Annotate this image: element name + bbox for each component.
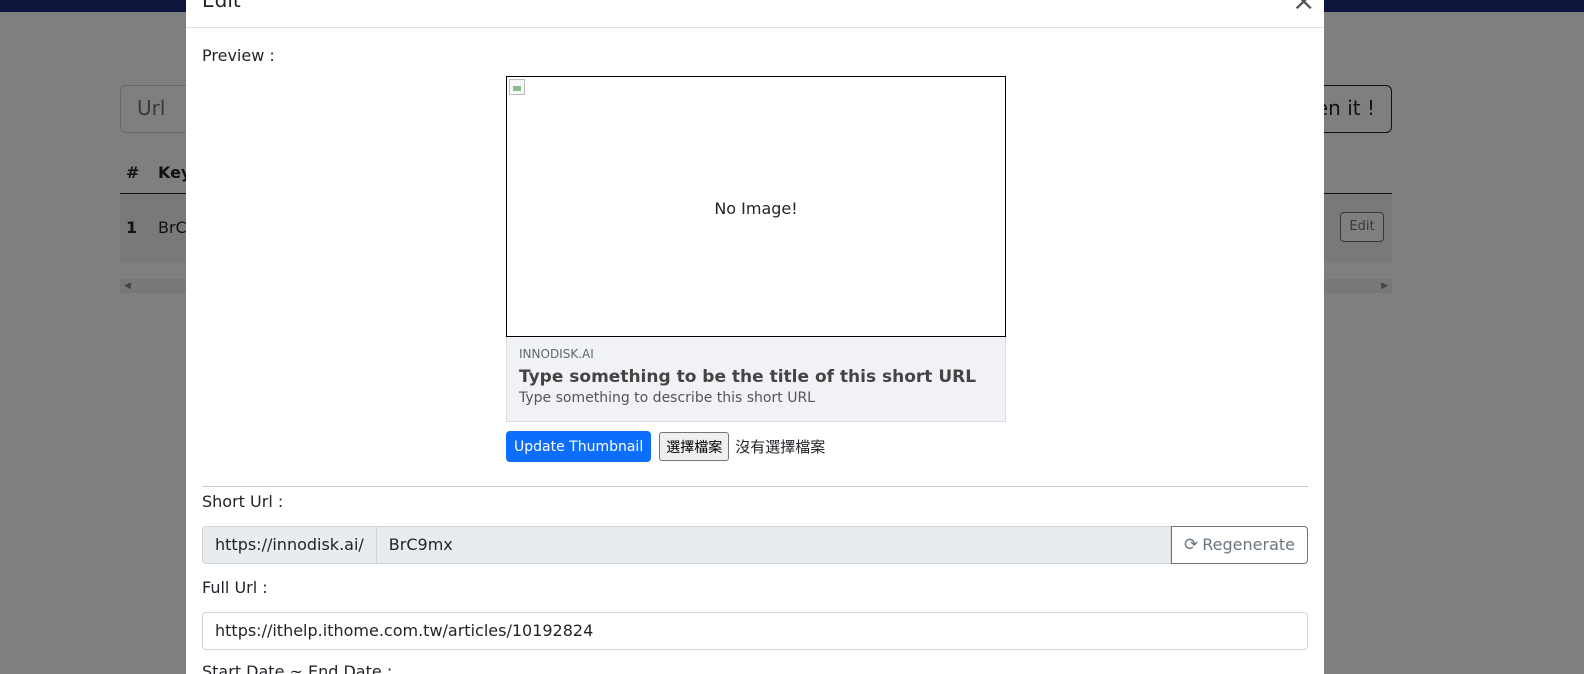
preview-meta: INNODISK.AI Type something to be the tit… [506, 337, 1006, 422]
preview-description: Type something to describe this short UR… [519, 390, 815, 406]
broken-image-icon [509, 79, 525, 95]
no-file-chosen-text: 沒有選擇檔案 [735, 438, 826, 456]
preview-thumbnail: No Image! [506, 76, 1006, 337]
preview-domain: INNODISK.AI [519, 347, 594, 361]
no-image-text: No Image! [714, 199, 798, 218]
full-url-label: Full Url : [202, 578, 268, 597]
regenerate-button[interactable]: ⟳ Regenerate [1171, 526, 1308, 564]
modal-header: Edit × [186, 0, 1324, 28]
modal-title: Edit [202, 0, 241, 12]
date-range-label: Start Date ~ End Date : [202, 662, 393, 674]
link-preview-card: No Image! INNODISK.AI Type something to … [506, 76, 1006, 422]
short-url-input-group: https://innodisk.ai/ BrC9mx ⟳ Regenerate [202, 526, 1308, 564]
thumbnail-controls: Update Thumbnail 選擇檔案 沒有選擇檔案 [506, 431, 825, 462]
regenerate-label: Regenerate [1202, 535, 1295, 554]
short-url-label: Short Url : [202, 492, 284, 511]
update-thumbnail-button[interactable]: Update Thumbnail [506, 431, 652, 462]
preview-title: Type something to be the title of this s… [519, 367, 977, 387]
short-url-prefix: https://innodisk.ai/ [202, 526, 377, 564]
short-url-key-input[interactable]: BrC9mx [376, 526, 1172, 564]
full-url-input[interactable]: https://ithelp.ithome.com.tw/articles/10… [202, 612, 1308, 650]
choose-file-button[interactable]: 選擇檔案 [659, 432, 730, 461]
close-icon[interactable]: × [1292, 0, 1315, 15]
section-divider [202, 486, 1308, 487]
refresh-icon: ⟳ [1184, 535, 1199, 555]
preview-label: Preview : [202, 46, 275, 65]
edit-modal: Edit × Preview : No Image! INNODISK.AI T… [186, 0, 1324, 674]
